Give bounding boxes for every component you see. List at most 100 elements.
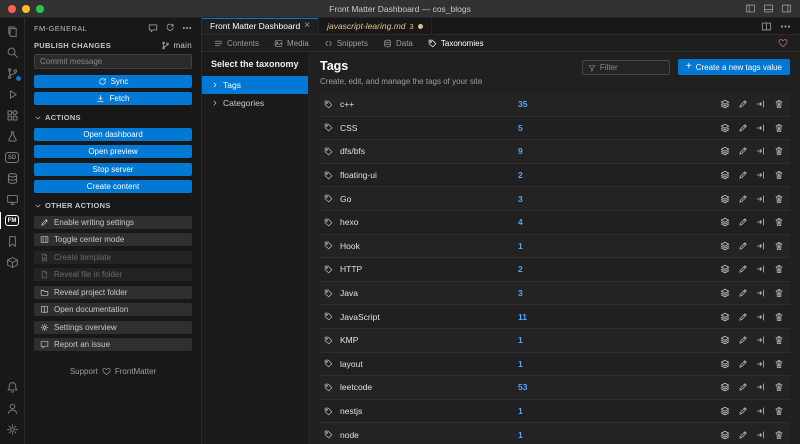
move-arrow-icon[interactable] <box>756 99 766 109</box>
edit-pencil-icon[interactable] <box>738 406 748 416</box>
move-arrow-icon[interactable] <box>756 288 766 298</box>
tab-front-matter-dashboard[interactable]: Front Matter Dashboard × <box>202 18 319 34</box>
trash-icon[interactable] <box>774 264 784 274</box>
layers-icon[interactable] <box>720 288 730 298</box>
activity-explorer[interactable] <box>0 21 25 42</box>
activity-testing[interactable] <box>0 126 25 147</box>
more-actions-icon[interactable] <box>182 23 192 33</box>
activity-extensions[interactable] <box>0 105 25 126</box>
move-arrow-icon[interactable] <box>756 217 766 227</box>
trash-icon[interactable] <box>774 430 784 440</box>
edit-pencil-icon[interactable] <box>738 430 748 440</box>
fetch-button[interactable]: Fetch <box>34 92 192 105</box>
open-documentation-button[interactable]: Open documentation <box>34 303 192 316</box>
support-link[interactable]: Support FrontMatter <box>25 367 201 376</box>
edit-pencil-icon[interactable] <box>738 123 748 133</box>
nav-contents[interactable]: Contents <box>214 39 259 48</box>
trash-icon[interactable] <box>774 99 784 109</box>
activity-run-debug[interactable] <box>0 84 25 105</box>
trash-icon[interactable] <box>774 123 784 133</box>
trash-icon[interactable] <box>774 194 784 204</box>
move-arrow-icon[interactable] <box>756 359 766 369</box>
modified-dot-icon[interactable] <box>418 24 423 29</box>
trash-icon[interactable] <box>774 241 784 251</box>
layers-icon[interactable] <box>720 312 730 322</box>
open-dashboard-button[interactable]: Open dashboard <box>34 128 192 141</box>
create-content-button[interactable]: Create content <box>34 180 192 193</box>
enable-writing-settings-button[interactable]: Enable writing settings <box>34 216 192 229</box>
more-actions-icon[interactable] <box>780 21 791 32</box>
nav-media[interactable]: Media <box>274 39 309 48</box>
move-arrow-icon[interactable] <box>756 335 766 345</box>
report-an-issue-button[interactable]: Report an issue <box>34 338 192 351</box>
activity-notifications[interactable] <box>0 377 25 398</box>
edit-pencil-icon[interactable] <box>738 146 748 156</box>
move-arrow-icon[interactable] <box>756 194 766 204</box>
reveal-file-in-folder-button[interactable]: Reveal file in folder <box>34 268 192 281</box>
trash-icon[interactable] <box>774 335 784 345</box>
nav-taxonomies[interactable]: Taxonomies <box>428 39 484 48</box>
trash-icon[interactable] <box>774 359 784 369</box>
move-arrow-icon[interactable] <box>756 264 766 274</box>
close-icon[interactable]: × <box>304 21 310 31</box>
zoom-window-button[interactable] <box>36 5 44 13</box>
edit-pencil-icon[interactable] <box>738 217 748 227</box>
stop-server-button[interactable]: Stop server <box>34 163 192 176</box>
move-arrow-icon[interactable] <box>756 123 766 133</box>
edit-pencil-icon[interactable] <box>738 264 748 274</box>
split-editor-icon[interactable] <box>761 21 772 32</box>
layers-icon[interactable] <box>720 241 730 251</box>
move-arrow-icon[interactable] <box>756 382 766 392</box>
toggle-center-mode-button[interactable]: Toggle center mode <box>34 233 192 246</box>
layers-icon[interactable] <box>720 123 730 133</box>
layers-icon[interactable] <box>720 406 730 416</box>
edit-pencil-icon[interactable] <box>738 312 748 322</box>
toggle-secondary-sidebar-icon[interactable] <box>781 3 792 14</box>
taxonomy-item-tags[interactable]: Tags <box>202 76 308 94</box>
layers-icon[interactable] <box>720 430 730 440</box>
open-preview-button[interactable]: Open preview <box>34 145 192 158</box>
trash-icon[interactable] <box>774 406 784 416</box>
layers-icon[interactable] <box>720 99 730 109</box>
move-arrow-icon[interactable] <box>756 430 766 440</box>
create-tag-button[interactable]: + Create a new tags value <box>678 59 790 75</box>
activity-front-matter[interactable]: FM <box>0 210 25 231</box>
activity-database[interactable] <box>0 168 25 189</box>
layers-icon[interactable] <box>720 146 730 156</box>
move-arrow-icon[interactable] <box>756 146 766 156</box>
activity-search[interactable] <box>0 42 25 63</box>
feedback-comment-icon[interactable] <box>148 23 158 33</box>
move-arrow-icon[interactable] <box>756 406 766 416</box>
activity-settings[interactable] <box>0 419 25 440</box>
layers-icon[interactable] <box>720 170 730 180</box>
filter-input[interactable] <box>600 63 664 72</box>
layers-icon[interactable] <box>720 359 730 369</box>
move-arrow-icon[interactable] <box>756 241 766 251</box>
other-actions-section-header[interactable]: OTHER ACTIONS <box>25 195 201 213</box>
edit-pencil-icon[interactable] <box>738 359 748 369</box>
activity-sd-extension[interactable]: SD <box>0 147 25 168</box>
trash-icon[interactable] <box>774 288 784 298</box>
trash-icon[interactable] <box>774 312 784 322</box>
trash-icon[interactable] <box>774 146 784 156</box>
commit-message-input[interactable] <box>34 54 192 69</box>
create-template-button[interactable]: Create template <box>34 251 192 264</box>
activity-bookmarks[interactable] <box>0 231 25 252</box>
edit-pencil-icon[interactable] <box>738 335 748 345</box>
edit-pencil-icon[interactable] <box>738 382 748 392</box>
sponsor-heart[interactable] <box>778 38 788 48</box>
taxonomy-item-categories[interactable]: Categories <box>202 94 308 112</box>
layers-icon[interactable] <box>720 194 730 204</box>
trash-icon[interactable] <box>774 382 784 392</box>
activity-source-control[interactable] <box>0 63 25 84</box>
move-arrow-icon[interactable] <box>756 312 766 322</box>
actions-section-header[interactable]: ACTIONS <box>25 107 201 125</box>
nav-snippets[interactable]: Snippets <box>324 39 368 48</box>
edit-pencil-icon[interactable] <box>738 170 748 180</box>
layers-icon[interactable] <box>720 335 730 345</box>
tab-javascript-learing[interactable]: javascript-learing.md 3 <box>319 18 432 34</box>
activity-account[interactable] <box>0 398 25 419</box>
layers-icon[interactable] <box>720 382 730 392</box>
refresh-icon[interactable] <box>165 23 175 33</box>
edit-pencil-icon[interactable] <box>738 99 748 109</box>
